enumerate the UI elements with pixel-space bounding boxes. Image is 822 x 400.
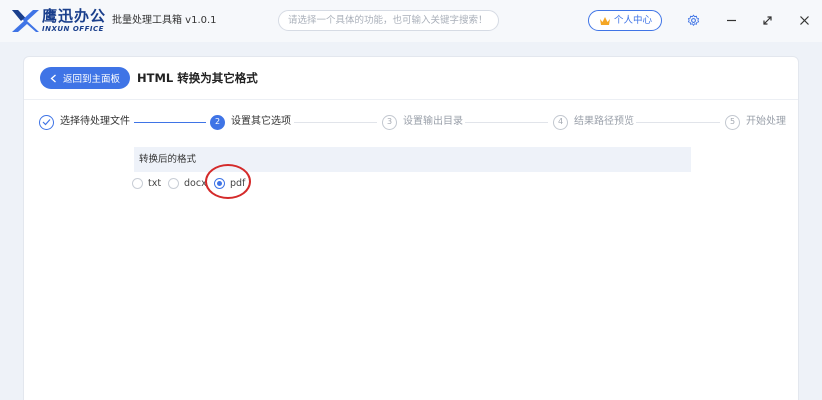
- brand-name: 鹰迅办公: [42, 7, 107, 25]
- gear-icon: [687, 14, 699, 26]
- step-select-files: 选择待处理文件: [39, 114, 130, 130]
- step-number: 4: [553, 114, 568, 130]
- highlight-annotation: [205, 164, 251, 199]
- app-title: 批量处理工具箱 v1.0.1: [112, 15, 217, 26]
- back-button-label: 返回到主面板: [63, 74, 121, 85]
- step-connector: [294, 122, 377, 123]
- user-center-label: 个人中心: [614, 15, 653, 26]
- step-output-dir: 3 设置输出目录: [382, 114, 463, 130]
- radio-circle[interactable]: [132, 177, 143, 189]
- step-connector: [134, 122, 206, 123]
- user-center-button[interactable]: 个人中心: [588, 10, 662, 31]
- step-label: 开始处理: [746, 116, 786, 127]
- radio-circle[interactable]: [168, 177, 179, 189]
- radio-label: docx: [184, 177, 207, 189]
- step-connector: [465, 122, 548, 123]
- step-result-preview: 4 结果路径预览: [553, 114, 634, 130]
- brand-name-en: INXUN OFFICE: [42, 25, 104, 33]
- close-button[interactable]: [794, 10, 814, 30]
- divider: [24, 99, 798, 100]
- radio-docx[interactable]: docx: [168, 175, 207, 191]
- step-label: 结果路径预览: [574, 116, 634, 127]
- settings-button[interactable]: [683, 10, 703, 30]
- step-number: 5: [725, 114, 740, 130]
- minimize-button[interactable]: [721, 10, 741, 30]
- maximize-button[interactable]: [757, 10, 777, 30]
- step-number: 3: [382, 114, 397, 130]
- step-connector: [636, 122, 720, 123]
- step-label: 设置其它选项: [231, 116, 291, 127]
- close-icon: [799, 15, 809, 25]
- chevron-left-icon: [50, 74, 56, 82]
- page-title: HTML 转换为其它格式: [137, 71, 258, 85]
- step-start: 5 开始处理: [725, 114, 786, 130]
- check-icon: [39, 114, 54, 130]
- crown-icon: [600, 16, 610, 25]
- search-input[interactable]: [278, 10, 499, 31]
- expand-icon: [762, 15, 772, 25]
- minimize-icon: [726, 19, 736, 21]
- radio-label: txt: [148, 177, 162, 189]
- step-label: 选择待处理文件: [60, 116, 130, 127]
- step-number: 2: [210, 114, 225, 130]
- app-logo-icon: [12, 10, 39, 32]
- main-panel: 返回到主面板 HTML 转换为其它格式 选择待处理文件 2 设置其它选项 3 设…: [23, 56, 799, 400]
- radio-txt[interactable]: txt: [132, 175, 161, 191]
- back-to-main-button[interactable]: 返回到主面板: [40, 67, 130, 89]
- title-bar: 鹰迅办公 INXUN OFFICE 批量处理工具箱 v1.0.1 个人中心: [0, 0, 822, 42]
- step-label: 设置输出目录: [403, 116, 463, 127]
- step-set-options: 2 设置其它选项: [210, 114, 291, 130]
